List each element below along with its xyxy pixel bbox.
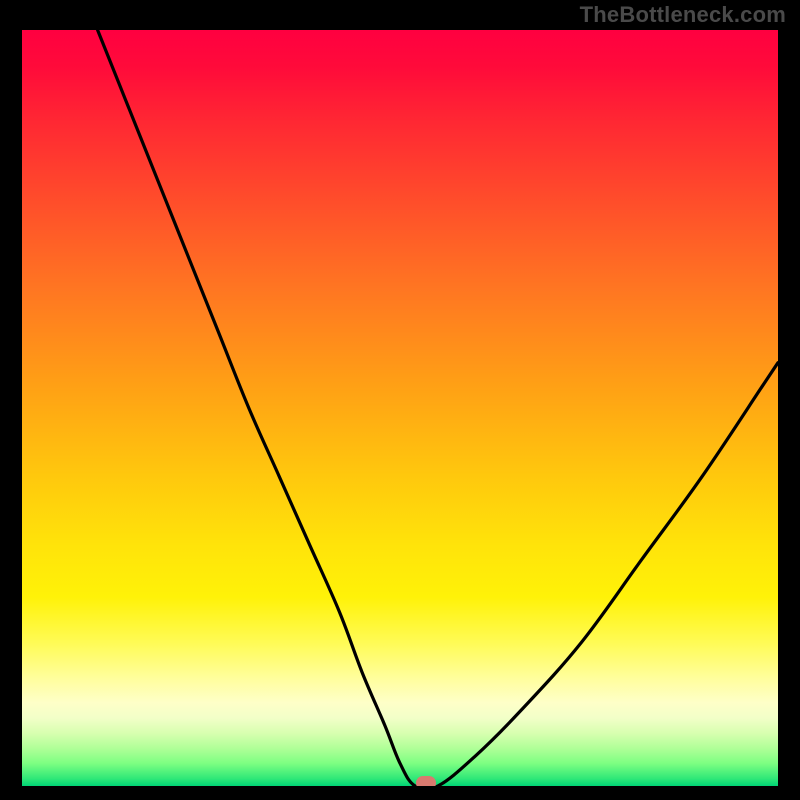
- optimal-point-marker: [416, 776, 436, 786]
- plot-area: [22, 30, 778, 786]
- chart-frame: TheBottleneck.com: [0, 0, 800, 800]
- attribution-text: TheBottleneck.com: [580, 2, 786, 28]
- bottleneck-curve: [22, 30, 778, 786]
